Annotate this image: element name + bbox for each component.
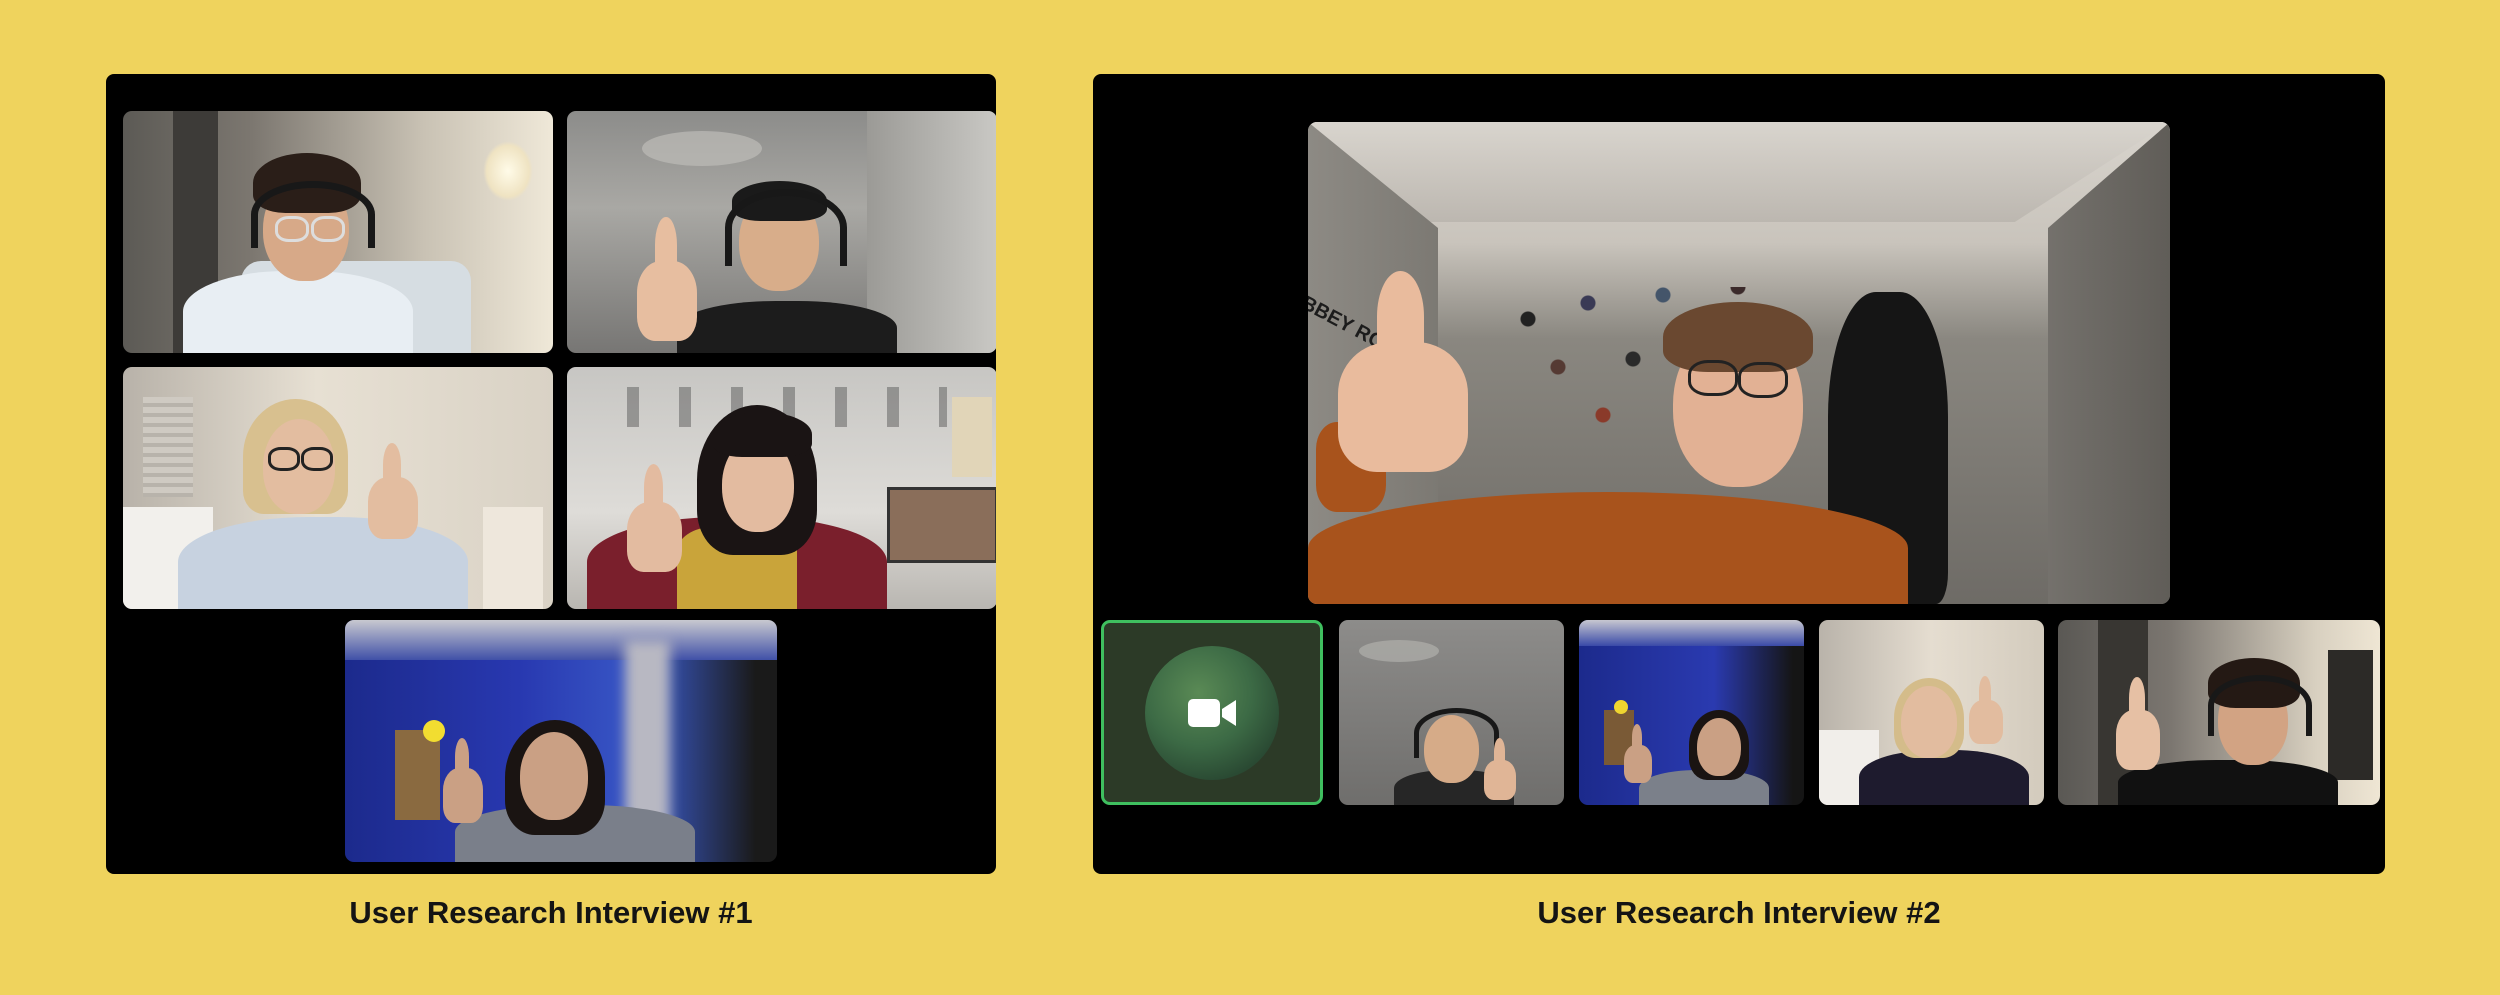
video-tile-participant-1[interactable] — [123, 111, 553, 353]
thumbnail-participant-5[interactable] — [1579, 620, 1804, 805]
video-tile-participant-5[interactable] — [345, 620, 777, 862]
video-tile-participant-4[interactable] — [567, 367, 996, 609]
interview-2-speaker-view: BBEY ROA — [1093, 74, 2385, 874]
thumbnail-participant-3[interactable] — [1819, 620, 2044, 805]
self-view-tile[interactable] — [1101, 620, 1323, 805]
video-tile-participant-2[interactable] — [567, 111, 996, 353]
video-camera-icon — [1188, 698, 1236, 727]
interview-1-gallery — [106, 74, 996, 874]
video-tile-active-speaker[interactable]: BBEY ROA — [1308, 122, 2170, 604]
interview-1-caption: User Research Interview #1 — [349, 895, 753, 930]
interview-2-caption: User Research Interview #2 — [1537, 895, 1941, 930]
thumbnail-participant-1[interactable] — [2058, 620, 2380, 805]
video-tile-participant-3[interactable] — [123, 367, 553, 609]
thumbnail-participant-2[interactable] — [1339, 620, 1564, 805]
